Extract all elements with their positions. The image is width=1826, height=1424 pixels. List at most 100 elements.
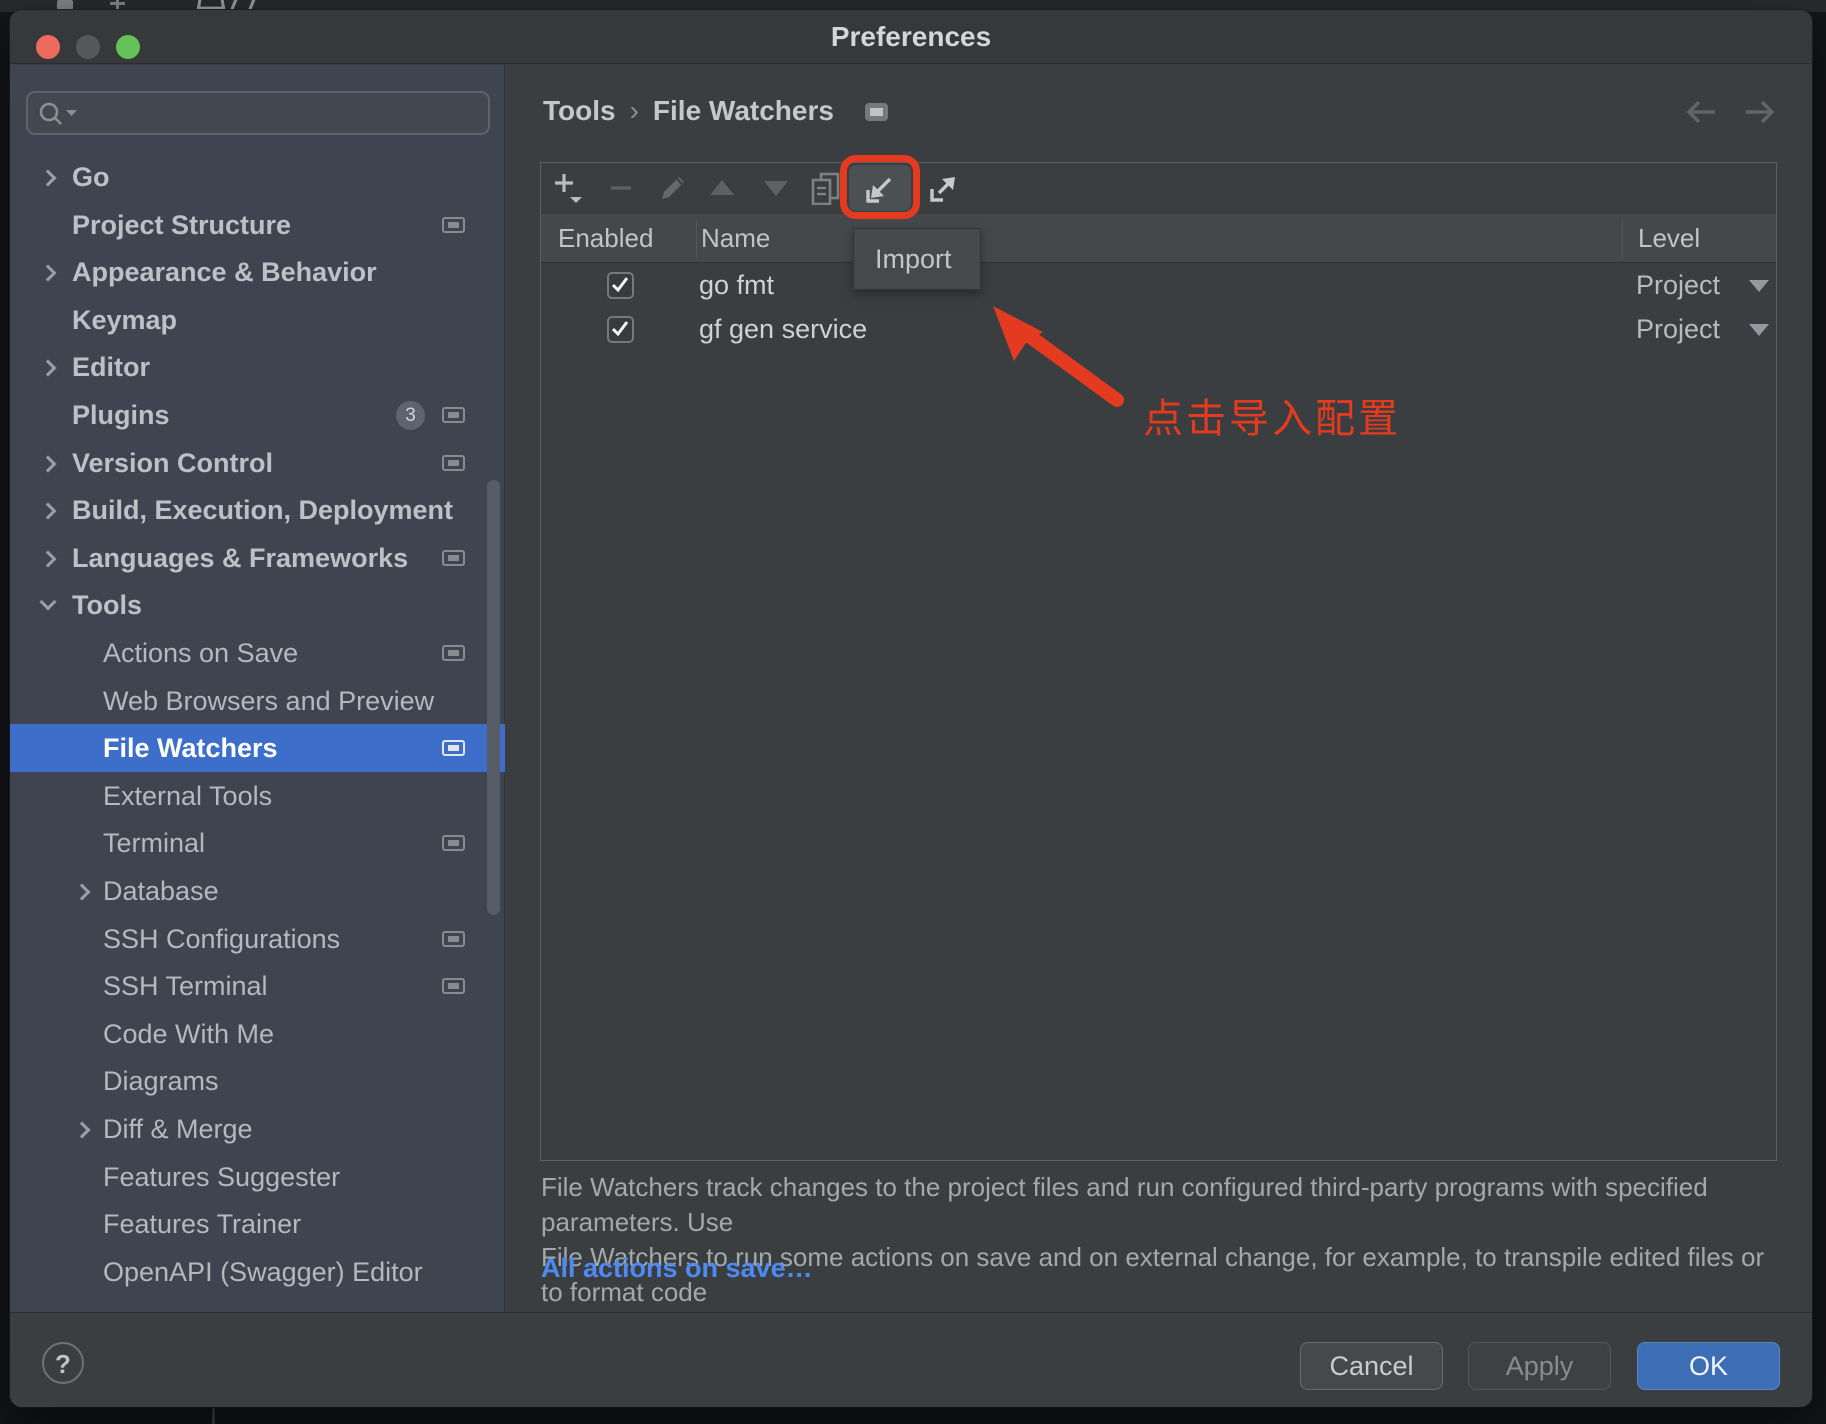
sidebar-item-label: Tools	[72, 581, 142, 629]
sidebar-item-code-with-me[interactable]: Code With Me	[10, 1010, 505, 1058]
apply-button[interactable]: Apply	[1468, 1342, 1611, 1390]
sidebar-item-database[interactable]: Database	[10, 867, 505, 915]
monitor-icon	[442, 455, 465, 471]
chevron-right-icon[interactable]	[40, 265, 57, 282]
remove-icon[interactable]	[598, 165, 644, 211]
zoom-window-button[interactable]	[116, 35, 140, 59]
sidebar-item-go[interactable]: Go	[10, 153, 505, 201]
column-header-enabled[interactable]: Enabled	[558, 214, 653, 263]
sidebar-item-project-structure[interactable]: Project Structure	[10, 201, 505, 249]
monitor-icon	[442, 835, 465, 851]
sidebar-item-label: Version Control	[72, 439, 273, 487]
sidebar-item-editor[interactable]: Editor	[10, 343, 505, 391]
dropdown-caret-icon[interactable]	[1749, 280, 1769, 292]
sidebar-item-languages-frameworks[interactable]: Languages & Frameworks	[10, 534, 505, 582]
close-window-button[interactable]	[36, 35, 60, 59]
background-glyph	[110, 2, 125, 5]
settings-sidebar: GoProject StructureAppearance & Behavior…	[10, 65, 505, 1312]
table-toolbar	[541, 163, 1776, 214]
column-header-name[interactable]: Name	[701, 214, 770, 263]
sidebar-item-terminal[interactable]: Terminal	[10, 819, 505, 867]
sidebar-item-ssh-configurations[interactable]: SSH Configurations	[10, 915, 505, 963]
dropdown-caret-icon[interactable]	[1749, 324, 1769, 336]
chevron-right-icon[interactable]	[40, 170, 57, 187]
jump-to-source-icon[interactable]	[865, 103, 888, 121]
sidebar-item-diff-merge[interactable]: Diff & Merge	[10, 1105, 505, 1153]
sidebar-item-features-trainer[interactable]: Features Trainer	[10, 1200, 505, 1248]
enabled-checkbox[interactable]	[607, 316, 634, 343]
sidebar-item-label: Actions on Save	[103, 629, 298, 677]
chevron-down-icon[interactable]	[40, 594, 57, 611]
sidebar-item-label: Keymap	[72, 296, 177, 344]
sidebar-item-plugins[interactable]: Plugins3	[10, 391, 505, 439]
chevron-right-icon[interactable]	[40, 360, 57, 377]
sidebar-item-file-watchers[interactable]: File Watchers	[10, 724, 505, 772]
move-down-icon[interactable]	[753, 165, 799, 211]
sidebar-item-actions-on-save[interactable]: Actions on Save	[10, 629, 505, 677]
sidebar-item-diagrams[interactable]: Diagrams	[10, 1057, 505, 1105]
chevron-right-icon[interactable]	[40, 550, 57, 567]
sidebar-item-openapi-swagger-editor[interactable]: OpenAPI (Swagger) Editor	[10, 1248, 505, 1296]
breadcrumb-separator: ›	[616, 95, 653, 126]
edit-icon[interactable]	[650, 165, 696, 211]
enabled-checkbox[interactable]	[607, 272, 634, 299]
search-icon	[38, 101, 90, 129]
search-input[interactable]	[26, 91, 490, 135]
check-icon	[610, 318, 631, 339]
column-header-level[interactable]: Level	[1638, 214, 1700, 263]
title-bar: Preferences	[10, 10, 1812, 64]
watcher-row-gf-gen-service[interactable]: gf gen service Project	[541, 307, 1776, 351]
background-glyph	[57, 0, 73, 10]
sidebar-item-version-control[interactable]: Version Control	[10, 439, 505, 487]
sidebar-scrollbar-thumb[interactable]	[487, 480, 500, 915]
back-button[interactable]	[1685, 98, 1719, 126]
watcher-row-go-fmt[interactable]: go fmt Project	[541, 263, 1776, 307]
chevron-right-icon[interactable]	[40, 455, 57, 472]
level-dropdown[interactable]: Project	[1636, 307, 1720, 351]
sidebar-item-label: Languages & Frameworks	[72, 534, 408, 582]
sidebar-item-label: Go	[72, 153, 110, 201]
plugins-count-badge: 3	[396, 401, 425, 430]
sidebar-item-features-suggester[interactable]: Features Suggester	[10, 1153, 505, 1201]
chevron-right-icon[interactable]	[40, 503, 57, 520]
chevron-right-icon[interactable]	[74, 884, 91, 901]
sidebar-item-external-tools[interactable]: External Tools	[10, 772, 505, 820]
watcher-name: gf gen service	[699, 307, 867, 351]
chevron-right-icon[interactable]	[74, 1122, 91, 1139]
column-divider	[696, 220, 697, 257]
monitor-icon	[442, 931, 465, 947]
table-header: Enabled Name Level	[541, 214, 1776, 263]
file-watchers-table: Enabled Name Level go fmtProjectgf gen s…	[540, 162, 1777, 1161]
move-up-icon[interactable]	[699, 165, 745, 211]
add-icon[interactable]	[546, 165, 592, 211]
export-icon[interactable]	[921, 165, 967, 211]
help-button[interactable]: ?	[42, 1342, 84, 1384]
sidebar-item-label: Web Browsers and Preview	[103, 677, 434, 725]
level-dropdown[interactable]: Project	[1636, 263, 1720, 307]
sidebar-item-label: Build, Execution, Deployment	[72, 486, 453, 534]
monitor-icon	[442, 550, 465, 566]
minimize-window-button[interactable]	[76, 35, 100, 59]
sidebar-item-tools[interactable]: Tools	[10, 581, 505, 629]
sidebar-item-label: File Watchers	[103, 724, 278, 772]
check-icon	[610, 274, 631, 295]
forward-button[interactable]	[1742, 98, 1776, 126]
monitor-icon	[442, 978, 465, 994]
sidebar-item-keymap[interactable]: Keymap	[10, 296, 505, 344]
all-actions-on-save-link[interactable]: All actions on save…	[541, 1253, 813, 1284]
watcher-name: go fmt	[699, 263, 774, 307]
sidebar-item-web-browsers-and-preview[interactable]: Web Browsers and Preview	[10, 677, 505, 725]
sidebar-item-appearance-behavior[interactable]: Appearance & Behavior	[10, 248, 505, 296]
ok-button[interactable]: OK	[1637, 1342, 1780, 1390]
annotation-highlight-ring	[840, 155, 920, 219]
sidebar-item-ssh-terminal[interactable]: SSH Terminal	[10, 962, 505, 1010]
dialog-footer: ? Cancel Apply OK	[10, 1312, 1812, 1407]
sidebar-item-build-execution-deployment[interactable]: Build, Execution, Deployment	[10, 486, 505, 534]
window-title: Preferences	[10, 10, 1812, 64]
cancel-button[interactable]: Cancel	[1300, 1342, 1443, 1390]
import-tooltip: Import	[853, 228, 981, 290]
breadcrumb-tools[interactable]: Tools	[543, 95, 616, 126]
sidebar-item-label: Database	[103, 867, 219, 915]
monitor-icon	[442, 645, 465, 661]
sidebar-item-label: SSH Terminal	[103, 962, 268, 1010]
